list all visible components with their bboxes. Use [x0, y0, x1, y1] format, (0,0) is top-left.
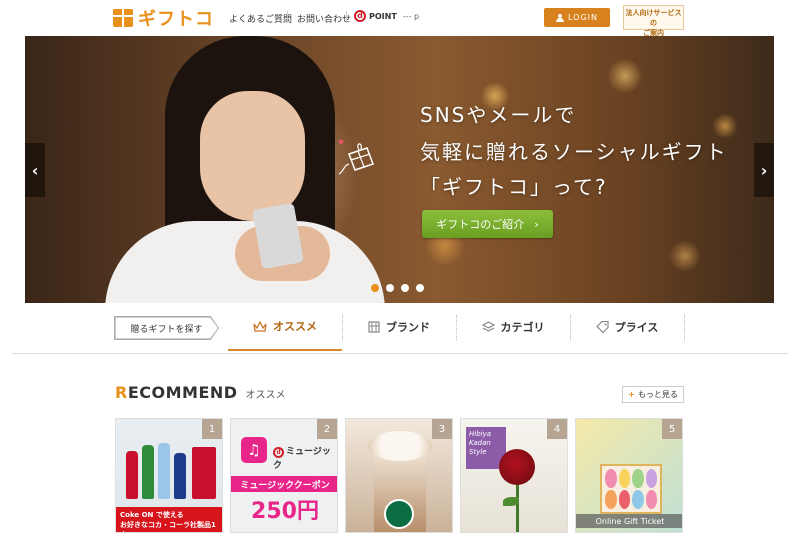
macaron	[618, 469, 630, 488]
layers-icon	[481, 321, 495, 332]
site-logo[interactable]: ギフトコ	[113, 7, 214, 30]
tab-recommend[interactable]: オススメ	[228, 303, 342, 351]
music-service-label: d ミュージック	[273, 444, 337, 471]
music-coupon-label: ミュージッククーポン	[231, 476, 337, 492]
about-giftoco-button[interactable]: ギフトコのご紹介 ›	[422, 210, 553, 238]
bottle-image	[142, 445, 154, 499]
search-gift-button[interactable]: 贈るギフトを探す	[115, 317, 218, 339]
header-divider	[346, 11, 347, 23]
macaron	[618, 490, 630, 509]
online-gift-ticket-label: Online Gift Ticket	[576, 514, 682, 528]
tab-label: ブランド	[386, 321, 430, 334]
carousel-prev-button[interactable]: ‹	[25, 143, 45, 197]
gift-box-icon	[113, 9, 133, 27]
whipped-cream-image	[368, 431, 432, 461]
gift-card-music[interactable]: ♫ d ミュージック ミュージッククーポン 250円 2	[230, 418, 338, 533]
gift-card-frappuccino[interactable]: 3	[345, 418, 453, 533]
macaron	[605, 469, 617, 488]
recommend-title-rest: ECOMMEND	[127, 383, 238, 402]
music-note-icon: ♫	[241, 437, 267, 463]
see-more-button[interactable]: + もっと見る	[622, 386, 684, 403]
building-icon	[368, 321, 380, 333]
tab-brand[interactable]: ブランド	[342, 303, 456, 351]
rank-badge: 2	[317, 419, 337, 439]
chevron-right-icon: ›	[534, 217, 539, 231]
coke-banner-line-1: Coke ON で使える	[120, 511, 184, 519]
rose-leaf-image	[503, 497, 519, 506]
rose-flower-image	[499, 449, 535, 485]
dpoint-icon: d	[354, 10, 366, 22]
gift-category-nav: 贈るギフトを探す オススメ ブランド カテゴリ プライス	[0, 303, 800, 354]
gift-sketch-icon	[338, 139, 374, 175]
sweets-box-image	[600, 464, 662, 514]
macaron	[605, 490, 617, 509]
dpoint-balance[interactable]: d POINT --- p	[354, 10, 419, 22]
header-divider	[287, 11, 288, 23]
macaron	[645, 469, 657, 488]
dpoint-icon: d	[273, 447, 284, 458]
coke-banner: Coke ON で使える お好きなコカ・コーラ社製品1本	[116, 507, 222, 532]
logo-text: ギフトコ	[138, 9, 214, 30]
carousel-dot[interactable]	[371, 284, 379, 292]
macaron	[645, 490, 657, 509]
tab-label: カテゴリ	[500, 321, 545, 334]
see-more-label: もっと見る	[637, 390, 678, 399]
rank-badge: 4	[547, 419, 567, 439]
tab-divider	[684, 315, 685, 341]
rank-badge: 1	[202, 419, 222, 439]
crown-icon	[253, 320, 267, 332]
corporate-line-1: 法人向けサービスの	[625, 9, 682, 27]
site-header: ギフトコ よくあるご質問 お問い合わせ d POINT --- p LOGIN …	[0, 0, 800, 37]
carousel-dot[interactable]	[416, 284, 424, 292]
hero-headline-1: SNSやメールで	[420, 103, 577, 127]
carousel-next-button[interactable]: ›	[754, 143, 774, 197]
hero-carousel[interactable]: SNSやメールで 気軽に贈れるソーシャルギフト 「ギフトコ」って? ギフトコのご…	[25, 36, 774, 303]
chevron-left-icon: ‹	[31, 160, 39, 180]
dpoint-label: POINT	[369, 11, 397, 21]
bottle-image	[126, 451, 138, 499]
vending-machine-image	[192, 447, 216, 499]
dpoint-value: --- p	[402, 11, 420, 21]
tab-label: プライス	[614, 321, 659, 334]
coke-banner-line-2: お好きなコカ・コーラ社製品1本	[120, 521, 216, 532]
carousel-dot[interactable]	[386, 284, 394, 292]
hero-headline-3: 「ギフトコ」って?	[420, 175, 608, 199]
macaron	[632, 469, 644, 488]
chevron-right-icon: ›	[760, 160, 768, 180]
user-icon	[555, 13, 564, 22]
bottle-image	[174, 453, 186, 499]
gift-card-sweets[interactable]: Online Gift Ticket 5	[575, 418, 683, 533]
recommend-title-initial: R	[115, 383, 128, 402]
recommend-heading: RECOMMEND オススメ	[115, 383, 286, 402]
rank-badge: 5	[662, 419, 682, 439]
rose-stem-image	[516, 483, 519, 532]
tag-icon	[595, 321, 609, 333]
hero-photo-face	[200, 91, 305, 221]
bottle-image	[158, 443, 170, 499]
music-price: 250円	[251, 499, 319, 524]
coffee-logo-icon	[384, 499, 414, 529]
gift-card-rose[interactable]: Hibiya Kadan Style 4	[460, 418, 568, 533]
carousel-indicators	[371, 284, 424, 292]
rank-badge: 3	[432, 419, 452, 439]
tab-category[interactable]: カテゴリ	[456, 303, 570, 351]
section-divider	[12, 353, 788, 354]
hero-headline-2: 気軽に贈れるソーシャルギフト	[420, 140, 728, 164]
carousel-dot[interactable]	[401, 284, 409, 292]
corporate-services-button[interactable]: 法人向けサービスの ご案内	[623, 5, 684, 37]
plus-icon: +	[628, 390, 635, 399]
login-label: LOGIN	[567, 13, 598, 22]
recommend-subtitle: オススメ	[245, 390, 286, 401]
faq-link[interactable]: よくあるご質問	[229, 12, 292, 25]
gift-card-coke[interactable]: 1 Coke ON で使える お好きなコカ・コーラ社製品1本	[115, 418, 223, 533]
recommend-title: RECOMMEND	[115, 383, 238, 402]
contact-link[interactable]: お問い合わせ	[297, 12, 351, 25]
tab-price[interactable]: プライス	[570, 303, 684, 351]
login-button[interactable]: LOGIN	[544, 8, 610, 27]
macaron	[632, 490, 644, 509]
tab-label: オススメ	[273, 320, 317, 333]
about-giftoco-label: ギフトコのご紹介	[436, 218, 525, 231]
